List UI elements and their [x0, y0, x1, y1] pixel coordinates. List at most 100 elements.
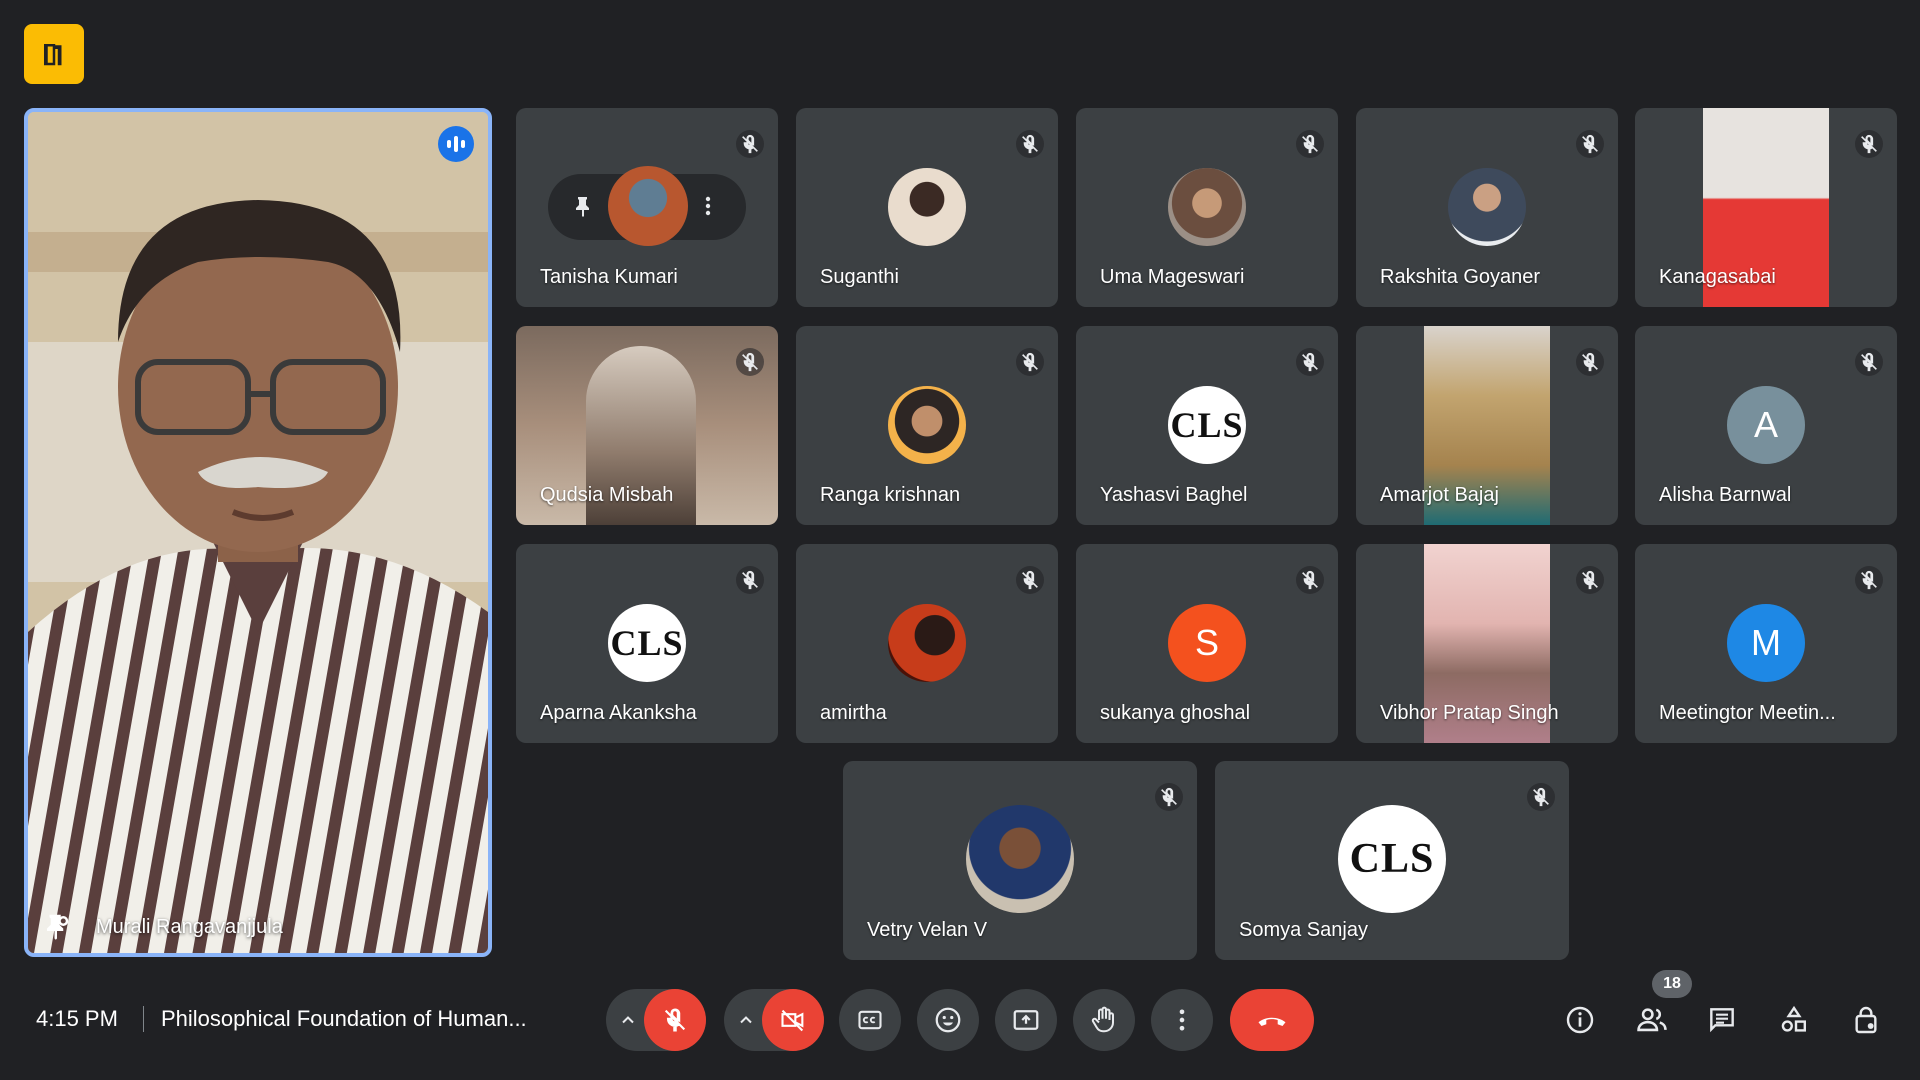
mic-off-icon	[736, 130, 764, 158]
participant-name: Suganthi	[820, 266, 899, 288]
participant-tile[interactable]: Amarjot Bajaj	[1356, 326, 1618, 525]
info-icon	[1566, 1006, 1594, 1034]
more-options-icon	[1179, 1009, 1185, 1031]
mic-off-icon	[1527, 783, 1555, 811]
participant-tile[interactable]: CLS Aparna Akanksha	[516, 544, 778, 743]
mic-off-icon	[1576, 130, 1604, 158]
present-icon	[1013, 1010, 1039, 1030]
participant-avatar	[1448, 168, 1526, 246]
reactions-button[interactable]	[917, 989, 979, 1051]
participant-name: Kanagasabai	[1659, 266, 1776, 288]
participant-avatar	[888, 604, 966, 682]
mic-off-icon	[1576, 566, 1604, 594]
participant-tile[interactable]: Uma Mageswari	[1076, 108, 1338, 307]
leave-call-button[interactable]	[1230, 989, 1314, 1051]
participant-tile[interactable]: Qudsia Misbah	[516, 326, 778, 525]
participant-avatar	[608, 166, 688, 246]
participant-tile[interactable]: M Meetingtor Meetin...	[1635, 544, 1897, 743]
participant-tile[interactable]: Kanagasabai	[1635, 108, 1897, 307]
participant-name: Rakshita Goyaner	[1380, 266, 1541, 288]
participant-name: Aparna Akanksha	[540, 702, 697, 724]
participant-tile[interactable]: Tanisha Kumari	[516, 108, 778, 307]
mic-off-icon	[1296, 130, 1324, 158]
mic-off-icon	[1016, 566, 1044, 594]
mic-off-icon	[736, 348, 764, 376]
participant-name: Tanisha Kumari	[540, 266, 678, 288]
cls-logo-avatar: CLS	[1168, 386, 1246, 464]
chat-icon	[1710, 1008, 1734, 1033]
letter-avatar: A	[1727, 386, 1805, 464]
participant-name: Vibhor Pratap Singh	[1380, 702, 1559, 724]
mic-off-icon	[1855, 130, 1883, 158]
tile-hover-controls	[548, 166, 746, 246]
camera-off-icon	[781, 1009, 804, 1032]
app-logo[interactable]	[24, 24, 84, 84]
participant-name: amirtha	[820, 702, 887, 724]
mic-off-icon	[1296, 566, 1324, 594]
participant-name: Somya Sanjay	[1239, 919, 1368, 941]
participant-tile[interactable]: Vibhor Pratap Singh	[1356, 544, 1618, 743]
speaker-video	[28, 112, 488, 953]
participant-tile[interactable]: A Alisha Barnwal	[1635, 326, 1897, 525]
participant-name: Uma Mageswari	[1100, 266, 1245, 288]
speaker-name: Murali Rangavanjjula	[96, 916, 283, 938]
mic-off-icon	[736, 566, 764, 594]
captions-button[interactable]	[839, 989, 901, 1051]
participant-avatar	[1168, 168, 1246, 246]
meeting-details-button[interactable]	[1560, 1000, 1600, 1040]
mic-off-icon	[1296, 348, 1324, 376]
meeting-title: Philosophical Foundation of Human...	[161, 1006, 527, 1031]
participant-name: Meetingtor Meetin...	[1659, 702, 1836, 724]
participant-name: Yashasvi Baghel	[1100, 484, 1248, 506]
chevron-up-icon[interactable]	[618, 1010, 638, 1030]
mic-off-icon	[1016, 348, 1044, 376]
mic-off-icon	[1855, 348, 1883, 376]
participant-tile[interactable]: CLS Somya Sanjay	[1215, 761, 1569, 960]
participant-name: Qudsia Misbah	[540, 484, 674, 506]
participant-avatar	[888, 168, 966, 246]
mic-off-icon	[1155, 783, 1183, 811]
participant-tile[interactable]: Ranga krishnan	[796, 326, 1058, 525]
pin-icon[interactable]	[572, 194, 596, 218]
door-icon	[44, 44, 62, 66]
more-options-button[interactable]	[1151, 989, 1213, 1051]
active-speaker-tile[interactable]: Murali Rangavanjjula	[24, 108, 492, 957]
letter-avatar: M	[1727, 604, 1805, 682]
letter-avatar: S	[1168, 604, 1246, 682]
camera-control	[724, 989, 824, 1051]
activities-icon	[1781, 1005, 1806, 1032]
participant-avatar	[888, 386, 966, 464]
camera-toggle-button[interactable]	[762, 989, 824, 1051]
participant-name: Ranga krishnan	[820, 484, 961, 506]
chevron-up-icon[interactable]	[736, 1010, 756, 1030]
people-icon	[1637, 1008, 1667, 1032]
pin-icon[interactable]	[42, 911, 72, 941]
participant-name: Vetry Velan V	[867, 919, 988, 941]
participant-tile[interactable]: Suganthi	[796, 108, 1058, 307]
mic-off-icon	[1855, 566, 1883, 594]
participant-tile[interactable]: amirtha	[796, 544, 1058, 743]
activities-button[interactable]	[1774, 1000, 1814, 1040]
host-controls-button[interactable]	[1846, 1000, 1886, 1040]
people-button[interactable]	[1632, 1000, 1672, 1040]
emoji-icon	[935, 1007, 961, 1033]
participant-tile[interactable]: Vetry Velan V	[843, 761, 1197, 960]
meeting-clock: 4:15 PM	[36, 1006, 118, 1031]
toolbar-divider	[143, 1006, 144, 1032]
participant-name: Amarjot Bajaj	[1380, 484, 1499, 506]
participant-name: Alisha Barnwal	[1659, 484, 1792, 506]
present-button[interactable]	[995, 989, 1057, 1051]
captions-icon	[858, 1010, 882, 1030]
raise-hand-button[interactable]	[1073, 989, 1135, 1051]
microphone-control	[606, 989, 706, 1051]
mic-off-icon	[1016, 130, 1044, 158]
cls-logo-avatar: CLS	[608, 604, 686, 682]
participant-name: sukanya ghoshal	[1100, 702, 1251, 724]
microphone-toggle-button[interactable]	[644, 989, 706, 1051]
more-options-icon[interactable]	[696, 194, 720, 218]
end-call-icon	[1258, 1017, 1286, 1026]
participant-tile[interactable]: Rakshita Goyaner	[1356, 108, 1618, 307]
chat-button[interactable]	[1702, 1000, 1742, 1040]
participant-tile[interactable]: CLS Yashasvi Baghel	[1076, 326, 1338, 525]
participant-tile[interactable]: S sukanya ghoshal	[1076, 544, 1338, 743]
